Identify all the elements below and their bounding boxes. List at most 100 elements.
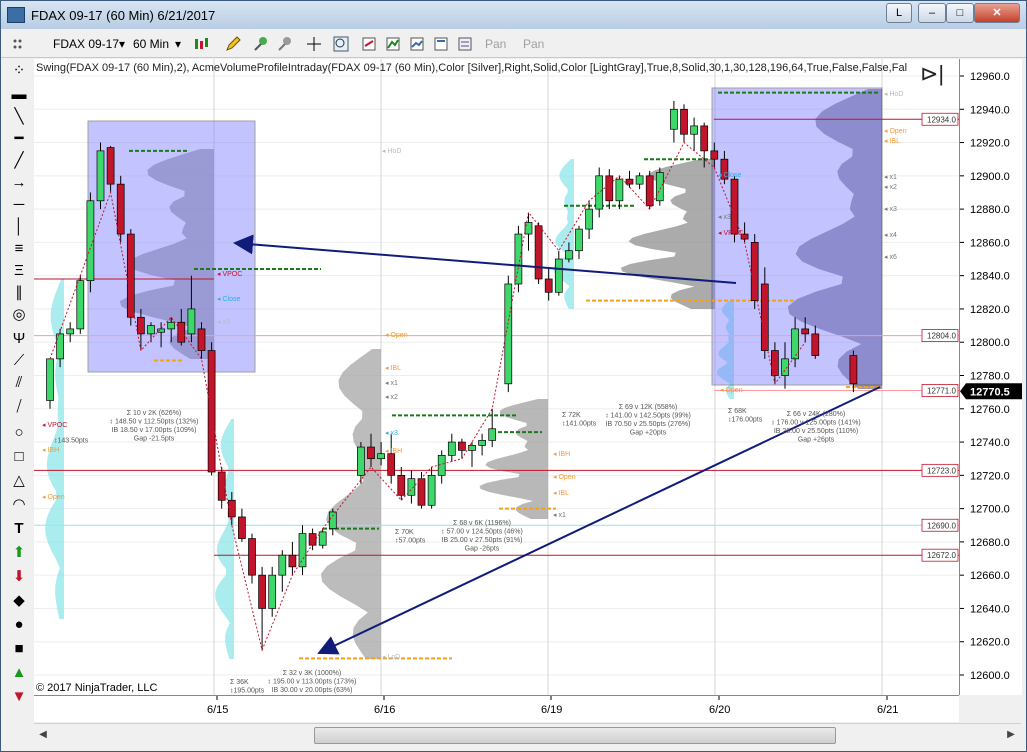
arrow-down-icon[interactable]: ⬇ (7, 567, 31, 587)
session-stats-text: ↕ 141.00 v 142.50pts (99%) (605, 413, 691, 420)
session-stats-text: Gap +26pts (798, 437, 835, 444)
candle-body (575, 228, 583, 252)
chart-trader-icon[interactable] (409, 36, 425, 52)
interval-selector[interactable]: 60 Min (133, 35, 169, 53)
fib-circle-icon[interactable]: ◎ (7, 305, 31, 325)
arrow-line-icon[interactable]: → (7, 173, 31, 193)
level-label: ◂ IBH (553, 451, 570, 458)
instrument-dropdown-icon[interactable]: ▾ (119, 35, 125, 53)
candle-body (258, 574, 266, 609)
candle-body (387, 453, 396, 476)
session-stats-text: Gap -21.5pts (134, 436, 175, 443)
candle-body (625, 178, 634, 185)
price-axis[interactable]: 12960.0 12940.0 12920.0 12900.0 12880.0 12860… (959, 59, 1022, 695)
candle-body (605, 175, 614, 202)
level-label: ◂ Open (385, 332, 408, 339)
vertical-line-icon[interactable]: │ (7, 217, 31, 237)
triangle-up-icon[interactable]: ▲ (7, 663, 31, 683)
crosshair-icon[interactable] (306, 36, 322, 52)
level-label: ◂ IBH (385, 448, 402, 455)
level-label: ◂ x1 (553, 512, 566, 519)
interval-dropdown-icon[interactable]: ▾ (175, 35, 181, 53)
regression-channel-icon[interactable]: ⫽ (7, 373, 31, 393)
dots-icon[interactable]: ⁘ (7, 61, 31, 81)
price-chart[interactable]: ◂ HoD ◂ VPOC ◂ Close ◂ x3 ◂ Open ◂ IBL ◂ x1 ◂ x… (34, 59, 959, 695)
level-label: ◂ Close (217, 296, 240, 303)
title-bar[interactable]: FDAX 09-17 (60 Min) 6/21/2017 L – □ ✕ (1, 1, 1026, 29)
pan-button[interactable]: Pan (485, 35, 506, 53)
square-icon[interactable]: ■ (7, 639, 31, 659)
pin-gray-icon[interactable] (277, 36, 293, 52)
instrument-selector[interactable]: FDAX 09-17 (53, 35, 119, 53)
horizontal-scrollbar[interactable]: ◀ ▶ (34, 723, 1021, 746)
volume-profile (215, 419, 234, 659)
triangle-down-icon[interactable]: ▼ (7, 687, 31, 707)
candle-body (801, 328, 810, 335)
candle-body (367, 446, 375, 460)
session-stats-text: IB 28.00 v 25.50pts (110%) (774, 428, 858, 435)
text-icon[interactable]: T (7, 519, 31, 539)
scroll-right-icon[interactable]: ▶ (1004, 728, 1018, 742)
time-tick-label: 6/21 (877, 704, 898, 716)
andrews-pitchfork-icon[interactable]: Ψ (7, 329, 31, 349)
price-tick-label: 12920.0 (970, 138, 1010, 150)
properties-icon[interactable] (457, 36, 473, 52)
candle-body (504, 283, 513, 385)
candle-body (690, 125, 698, 135)
fib-time-icon[interactable]: ∥ (7, 283, 31, 303)
scroll-to-end-icon[interactable]: ⊳| (920, 61, 944, 87)
pin-icon[interactable] (253, 36, 269, 52)
extended-line-icon[interactable]: ─ (7, 195, 31, 215)
arc-icon[interactable]: ◠ (7, 495, 31, 515)
indicator-label: Swing(FDAX 09-17 (60 Min),2), AcmeVolume… (36, 62, 908, 74)
time-axis[interactable]: 6/15 6/16 6/19 6/20 6/21 (34, 695, 959, 722)
gann-fan-icon[interactable]: ⟋ (7, 351, 31, 371)
chart-style-icon[interactable] (193, 36, 209, 52)
trend-channel-icon[interactable]: ⧸ (7, 397, 31, 417)
fib-retracement-icon[interactable]: ≡ (7, 239, 31, 259)
rectangle-icon[interactable]: □ (7, 447, 31, 467)
candle-body (700, 125, 709, 152)
candle-body (328, 511, 337, 529)
candle-body (167, 321, 176, 330)
level-label: ◂ x4 (884, 232, 897, 239)
level-label: ◂ x3 (718, 214, 731, 221)
ellipse-icon[interactable]: ○ (7, 423, 31, 443)
scrollbar-thumb[interactable] (314, 727, 836, 744)
maximize-button[interactable]: □ (946, 3, 974, 23)
fib-extension-icon[interactable]: Ξ (7, 261, 31, 281)
arrow-up-icon[interactable]: ⬆ (7, 543, 31, 563)
level-label: ◂ IBL (884, 138, 900, 145)
candle-body (137, 316, 145, 335)
line-icon[interactable]: ╲ (7, 107, 31, 127)
candle-body (66, 328, 75, 335)
data-box-icon[interactable] (433, 36, 449, 52)
session-stats-text: Σ 69 v 12K (558%) (619, 404, 677, 411)
dot-icon[interactable]: ● (7, 615, 31, 635)
candle-body (116, 183, 125, 235)
pan-button-2[interactable]: Pan (523, 35, 544, 53)
pencil-icon[interactable] (225, 36, 241, 52)
level-label: ◂ x6 (884, 254, 897, 261)
triangle-icon[interactable]: △ (7, 471, 31, 491)
zoom-icon[interactable] (333, 36, 349, 52)
price-tick-label: 12760.0 (970, 404, 1010, 416)
ray-icon[interactable]: ╱ (7, 151, 31, 171)
candle-body (595, 175, 604, 210)
toolbar: FDAX 09-17 ▾ 60 Min ▾ Pan Pan (1, 31, 1026, 58)
price-tick-label: 12720.0 (970, 470, 1010, 482)
session-stats-text: ↕ 57.00 v 124.50pts (46%) (441, 529, 523, 536)
close-button[interactable]: ✕ (974, 3, 1020, 23)
price-axis-canvas: 12960.0 12940.0 12920.0 12900.0 12880.0 12860… (960, 71, 1022, 682)
session-range-text: ↕141.00pts (562, 421, 597, 428)
scroll-left-icon[interactable]: ◀ (36, 728, 50, 742)
minimize-button[interactable]: – (918, 3, 946, 23)
ruler-icon[interactable]: ▬ (7, 85, 31, 105)
horizontal-line-icon[interactable]: ━ (7, 129, 31, 149)
strategies-icon[interactable] (385, 36, 401, 52)
link-button[interactable]: L (886, 3, 912, 23)
diamond-icon[interactable]: ◆ (7, 591, 31, 611)
indicators-icon[interactable] (361, 36, 377, 52)
candle-body (298, 533, 307, 568)
chart-canvas[interactable]: ◂ HoD ◂ VPOC ◂ Close ◂ x3 ◂ Open ◂ IBL ◂ x1 ◂ x… (34, 59, 959, 695)
